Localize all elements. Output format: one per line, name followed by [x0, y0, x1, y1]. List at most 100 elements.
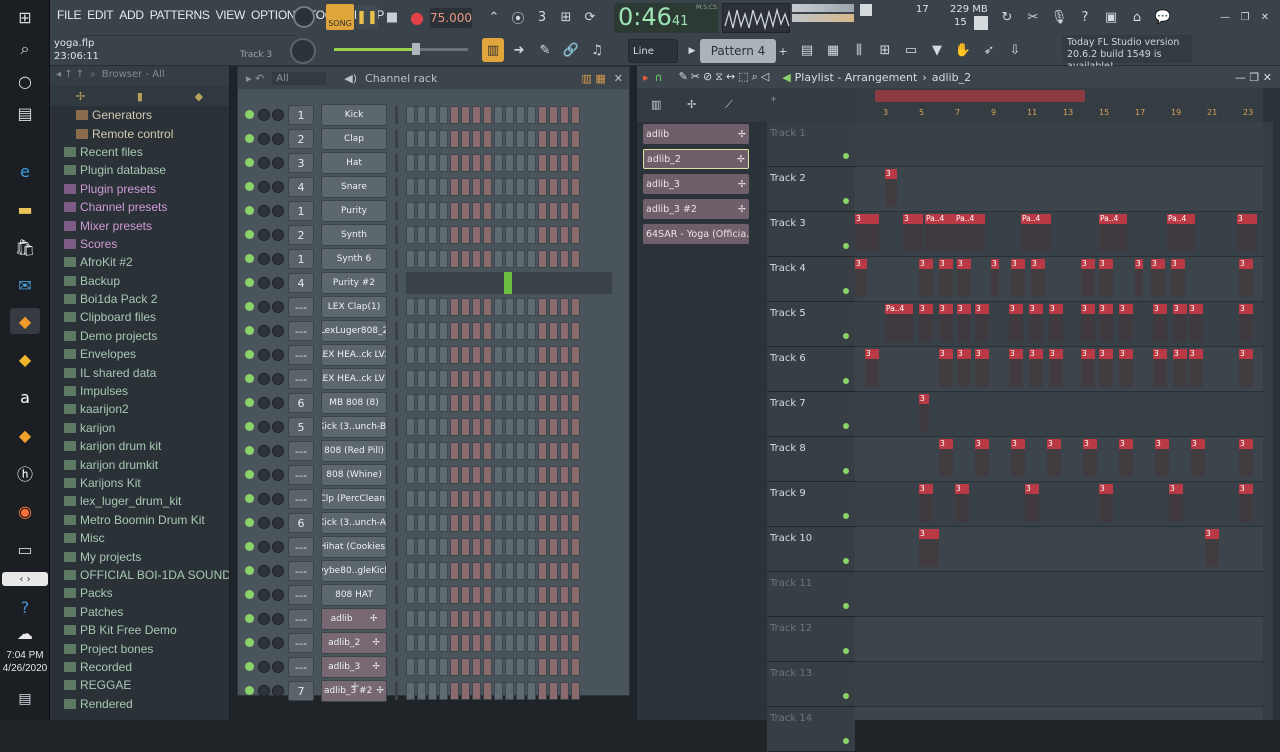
task-view-icon[interactable]: ▤	[10, 100, 40, 126]
step-button[interactable]	[472, 634, 481, 652]
channel-row[interactable]: --- adlib ✢	[238, 607, 631, 631]
channel-name-button[interactable]: LEX Clap(1)	[321, 296, 387, 318]
step-button[interactable]	[560, 346, 569, 364]
channel-mute-led[interactable]	[245, 566, 254, 575]
cortana-icon[interactable]: ○	[10, 68, 40, 94]
clip-source-item[interactable]: adlib ✢	[643, 124, 749, 144]
track-lane[interactable]	[855, 617, 1263, 662]
step-button[interactable]	[571, 418, 580, 436]
step-button[interactable]	[538, 586, 547, 604]
step-button[interactable]	[571, 682, 580, 700]
step-button[interactable]	[472, 562, 481, 580]
step-button[interactable]	[439, 154, 448, 172]
step-button[interactable]	[571, 370, 580, 388]
plugin-icon[interactable]: ⌂	[1126, 5, 1148, 29]
step-button[interactable]	[439, 586, 448, 604]
step-button[interactable]	[439, 226, 448, 244]
step-button[interactable]	[538, 394, 547, 412]
add-channel-icon[interactable]: +	[350, 679, 360, 693]
step-button[interactable]	[472, 682, 481, 700]
step-button[interactable]	[417, 658, 426, 676]
step-button[interactable]	[549, 442, 558, 460]
channel-mixer-track[interactable]: 1	[288, 201, 314, 221]
browser-item[interactable]: REGGAE	[50, 676, 229, 694]
channel-mixer-track[interactable]: ---	[288, 321, 314, 341]
channel-row[interactable]: 6 Kick (3..unch-A)	[238, 511, 631, 535]
channel-mixer-track[interactable]: 1	[288, 249, 314, 269]
step-button[interactable]	[505, 658, 514, 676]
step-button[interactable]	[516, 490, 525, 508]
step-button[interactable]	[505, 562, 514, 580]
step-button[interactable]	[483, 394, 492, 412]
channel-row[interactable]: 2 Clap	[238, 127, 631, 151]
channel-select-bar[interactable]	[395, 346, 398, 364]
step-button[interactable]	[571, 202, 580, 220]
channel-mixer-track[interactable]: ---	[288, 441, 314, 461]
channel-name-button[interactable]: Kick (3..unch-B)	[321, 416, 387, 438]
channel-volume-knob[interactable]	[272, 181, 284, 193]
step-button[interactable]	[472, 130, 481, 148]
channel-pan-knob[interactable]	[258, 397, 270, 409]
step-button[interactable]	[417, 178, 426, 196]
step-button[interactable]	[516, 154, 525, 172]
channel-mute-led[interactable]	[245, 158, 254, 167]
step-button[interactable]	[494, 130, 503, 148]
step-button[interactable]	[549, 538, 558, 556]
step-button[interactable]	[428, 682, 437, 700]
step-button[interactable]	[571, 346, 580, 364]
step-button[interactable]	[472, 346, 481, 364]
step-button[interactable]	[527, 586, 536, 604]
channel-select-bar[interactable]	[395, 586, 398, 604]
track-mute-led[interactable]	[843, 468, 849, 474]
step-button[interactable]	[417, 682, 426, 700]
step-button[interactable]	[439, 394, 448, 412]
step-button[interactable]	[417, 370, 426, 388]
channel-mixer-track[interactable]: 3	[288, 153, 314, 173]
pattern-clip[interactable]: 3	[1031, 259, 1045, 297]
step-button[interactable]	[538, 130, 547, 148]
step-button[interactable]	[527, 226, 536, 244]
channel-select-bar[interactable]	[395, 418, 398, 436]
step-button[interactable]	[428, 538, 437, 556]
bpm-display[interactable]: 75.000	[430, 8, 472, 28]
browser-item[interactable]: Scores	[50, 235, 229, 253]
step-button[interactable]	[483, 538, 492, 556]
step-button[interactable]	[461, 610, 470, 628]
step-button[interactable]	[450, 418, 459, 436]
channel-pan-knob[interactable]	[258, 493, 270, 505]
step-button[interactable]	[450, 322, 459, 340]
pattern-clip[interactable]: Pa..4	[1167, 214, 1195, 252]
pattern-clip[interactable]: 3	[957, 259, 971, 297]
step-button[interactable]	[505, 154, 514, 172]
step-button[interactable]	[505, 418, 514, 436]
channel-name-button[interactable]: Synth 6	[321, 248, 387, 270]
link-icon[interactable]: 🔗	[560, 38, 582, 62]
stamp-icon[interactable]: ♫	[586, 38, 608, 62]
channel-mute-led[interactable]	[245, 614, 254, 623]
channel-row[interactable]: --- vybe80..gleKick	[238, 559, 631, 583]
pattern-clip[interactable]: 3	[1119, 439, 1133, 477]
track-lane[interactable]	[855, 122, 1263, 167]
step-button[interactable]	[461, 370, 470, 388]
step-button[interactable]	[461, 106, 470, 124]
channel-select-bar[interactable]	[395, 442, 398, 460]
step-button[interactable]	[417, 130, 426, 148]
step-button[interactable]	[505, 466, 514, 484]
step-button[interactable]	[406, 442, 415, 460]
song-mode-button[interactable]: SONG	[326, 4, 354, 30]
browser-item[interactable]: Karijons Kit	[50, 474, 229, 492]
step-button[interactable]	[516, 106, 525, 124]
pattern-song-toggle[interactable]: ▥	[482, 38, 504, 62]
step-button[interactable]	[527, 154, 536, 172]
step-button[interactable]	[406, 610, 415, 628]
fl-studio-third-icon[interactable]: ◆	[10, 422, 40, 448]
pattern-clip[interactable]: Pa..4	[885, 304, 913, 342]
channel-pan-knob[interactable]	[258, 445, 270, 457]
step-button[interactable]	[472, 106, 481, 124]
channel-pan-knob[interactable]	[258, 157, 270, 169]
channel-mixer-track[interactable]: ---	[288, 489, 314, 509]
step-button[interactable]	[516, 346, 525, 364]
browser-arrow-icon[interactable]: ◂ ↑ ↑	[56, 69, 84, 83]
playlist-magnet-icon[interactable]: ∩	[655, 71, 663, 84]
channel-pan-knob[interactable]	[258, 205, 270, 217]
